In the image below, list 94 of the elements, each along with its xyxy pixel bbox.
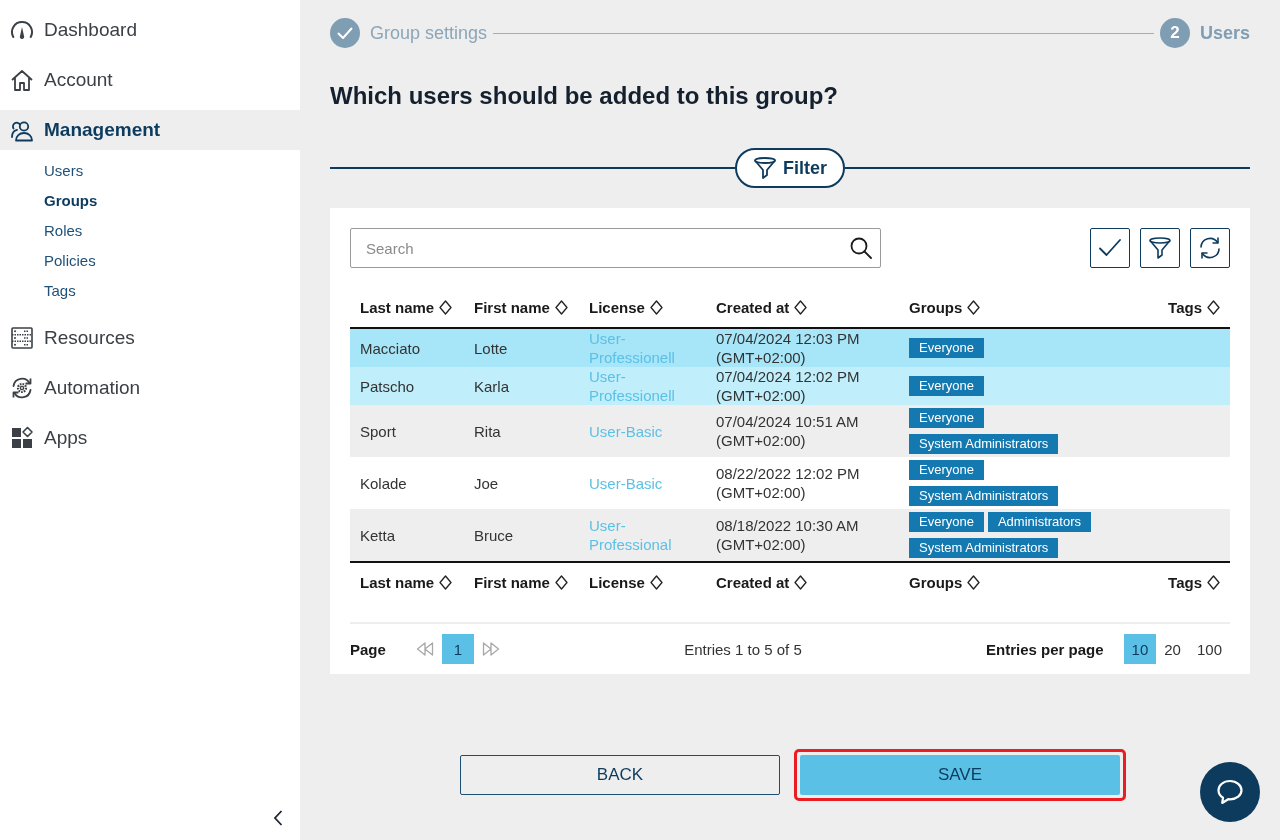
server-icon	[10, 326, 34, 350]
people-icon	[10, 118, 34, 142]
nav-item[interactable]: Automation	[0, 368, 300, 408]
group-tag: Administrators	[987, 512, 1091, 532]
group-tag: System Administrators	[909, 486, 1059, 506]
group-tag: Everyone	[909, 376, 984, 396]
table-cell: Macciato	[360, 338, 421, 358]
sub-nav-item[interactable]: Roles	[44, 215, 83, 245]
nav-item[interactable]: Resources	[0, 318, 300, 358]
sort-icon	[1207, 575, 1220, 590]
nav-item[interactable]: Dashboard	[0, 10, 300, 50]
back-button[interactable]: BACK	[460, 755, 780, 795]
per-page-label: Entries per page	[986, 640, 1104, 658]
chat-button[interactable]	[1200, 762, 1260, 822]
refresh-icon	[1198, 236, 1222, 260]
house-icon	[10, 68, 34, 92]
sort-icon	[439, 575, 453, 590]
column-header[interactable]: Created at	[716, 299, 808, 316]
group-tag: System Administrators	[909, 434, 1059, 454]
column-header[interactable]: First name	[474, 299, 568, 316]
table-cell: Rita	[474, 421, 501, 441]
filter-button[interactable]: Filter	[735, 148, 845, 188]
sort-icon	[554, 300, 568, 315]
nav-item[interactable]: Account	[0, 60, 300, 100]
chevron-left-icon[interactable]	[273, 810, 283, 826]
nav-item[interactable]: Apps	[0, 418, 300, 458]
sort-icon	[967, 575, 981, 590]
funnel-icon	[1148, 236, 1172, 260]
sort-icon	[967, 300, 981, 315]
table-row[interactable]: Sport Rita User-Basic 07/04/2024 10:51 AM (GMT+02:00) Everyone System Administrators	[350, 405, 1230, 457]
gauge-icon	[10, 18, 34, 42]
sort-icon	[439, 300, 453, 315]
gear-cycle-icon	[10, 376, 34, 400]
table-cell: Joe	[474, 473, 499, 493]
table-row[interactable]: Ketta Bruce User-Professional 08/18/2022 10:30 AM (GMT+02:00) Everyone Administrators System Administrators	[350, 509, 1230, 561]
table-cell-text: 07/04/2024 10:51 AM (GMT+02:00)	[716, 412, 860, 450]
sub-nav-item[interactable]: Tags	[44, 275, 76, 305]
per-page-option[interactable]: 20	[1156, 634, 1189, 664]
sub-nav-item[interactable]: Policies	[44, 245, 96, 275]
step-label: Users	[1199, 22, 1250, 44]
per-page-option[interactable]: 10	[1123, 634, 1157, 664]
speech-bubble-icon	[1216, 779, 1244, 805]
sub-nav-item[interactable]: Groups	[44, 185, 98, 215]
table-cell: Patscho	[360, 376, 415, 396]
funnel-icon	[753, 156, 777, 180]
column-header[interactable]: Groups	[909, 574, 981, 591]
column-header[interactable]: License	[589, 299, 663, 316]
table-cell: Ketta	[360, 525, 396, 545]
column-header[interactable]: Last name	[360, 299, 453, 316]
table-cell-text: 07/04/2024 12:03 PM (GMT+02:00)	[716, 329, 861, 367]
table-row[interactable]: Macciato Lotte User-Professionell 07/04/2024 12:03 PM (GMT+02:00) Everyone	[350, 329, 1230, 367]
entries-summary: Entries 1 to 5 of 5	[684, 640, 802, 658]
nav-item[interactable]: Management	[0, 110, 300, 150]
group-tag: Everyone	[909, 460, 984, 480]
column-header[interactable]: Last name	[360, 574, 453, 591]
table-cell: Bruce	[474, 525, 514, 545]
column-header[interactable]: Tags	[1168, 299, 1220, 316]
step-label: Group settings	[370, 22, 488, 44]
group-tag: Everyone	[909, 338, 984, 358]
group-tag: Everyone	[909, 408, 984, 428]
table-cell: Lotte	[474, 338, 508, 358]
save-button[interactable]: SAVE	[800, 755, 1120, 795]
table-row[interactable]: Patscho Karla User-Professionell 07/04/2024 12:02 PM (GMT+02:00) Everyone	[350, 367, 1230, 405]
table-cell: Kolade	[360, 473, 407, 493]
table-cell: Karla	[474, 376, 510, 396]
per-page-option[interactable]: 100	[1188, 634, 1230, 664]
step-number: 2	[1159, 18, 1190, 48]
page-button[interactable]: 1	[441, 634, 474, 664]
search-icon[interactable]	[850, 237, 872, 259]
column-header[interactable]: Tags	[1168, 574, 1220, 591]
blocks-icon	[10, 426, 34, 450]
sub-nav-item[interactable]: Users	[44, 155, 84, 185]
column-header[interactable]: First name	[474, 574, 568, 591]
sort-icon	[649, 300, 663, 315]
search-field[interactable]: Search	[350, 228, 881, 268]
sort-icon	[794, 300, 808, 315]
page-heading: Which users should be added to this group?	[330, 81, 839, 111]
sort-icon	[554, 575, 568, 590]
page-label: Page	[350, 640, 386, 658]
sort-icon	[794, 575, 808, 590]
sort-icon	[1207, 300, 1220, 315]
group-tag: System Administrators	[909, 538, 1059, 558]
table-cell-text: 08/22/2022 12:02 PM (GMT+02:00)	[716, 464, 861, 502]
column-header[interactable]: Created at	[716, 574, 808, 591]
sort-icon	[649, 575, 663, 590]
table-cell: Sport	[360, 421, 396, 441]
table-cell-text: 07/04/2024 12:02 PM (GMT+02:00)	[716, 367, 861, 405]
refresh-button[interactable]	[1190, 228, 1230, 268]
filter-button[interactable]	[1140, 228, 1180, 268]
column-header[interactable]: License	[589, 574, 663, 591]
column-header[interactable]: Groups	[909, 299, 981, 316]
table-cell-text: 08/18/2022 10:30 AM (GMT+02:00)	[716, 516, 860, 554]
check-button[interactable]	[1090, 228, 1130, 268]
group-tag: Everyone	[909, 512, 984, 532]
